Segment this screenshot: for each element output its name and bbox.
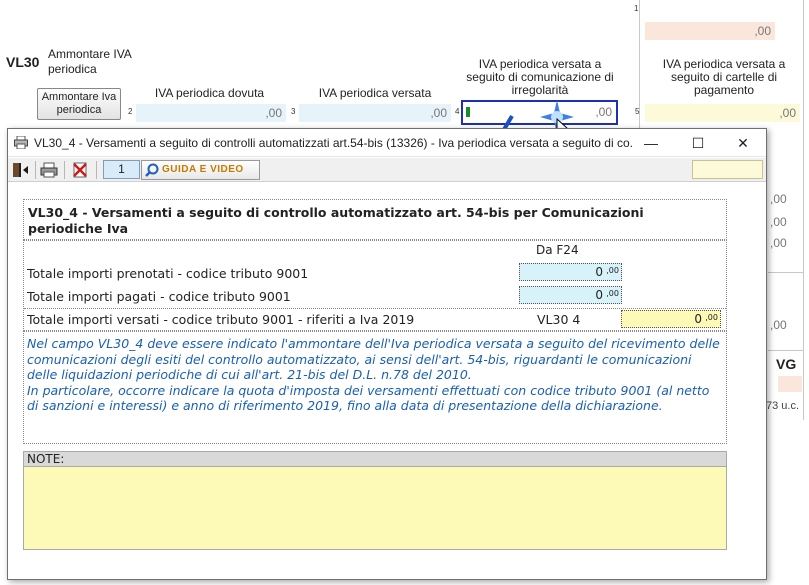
magnifier-icon xyxy=(145,163,159,177)
field-2-input[interactable]: ,00 xyxy=(136,104,286,122)
form-description: Ammontare IVA periodica xyxy=(48,47,132,76)
delete-icon[interactable] xyxy=(70,161,90,179)
maximize-button[interactable]: ☐ xyxy=(675,129,721,157)
field-number-4: 4 xyxy=(455,107,460,116)
page-number-field[interactable]: 1 xyxy=(103,160,140,179)
toolbar: 1 GUIDA E VIDEO xyxy=(8,158,766,182)
guide-video-label: GUIDA E VIDEO xyxy=(162,164,244,175)
amounts-table: Da F24 Totale importi prenotati - codice… xyxy=(23,240,727,331)
side-value: ,00 xyxy=(770,236,787,250)
vg-section-label: VG xyxy=(776,356,797,372)
prenotati-decimals: ,00 xyxy=(606,266,619,275)
title-bar[interactable]: VL30_4 - Versamenti a seguito di control… xyxy=(8,129,766,157)
row-label-versati: Totale importi versati - codice tributo … xyxy=(27,312,415,327)
notes-textarea[interactable] xyxy=(23,467,727,550)
ammontare-iva-button[interactable]: Ammontare Iva periodica xyxy=(37,88,121,120)
guide-video-button[interactable]: GUIDA E VIDEO xyxy=(141,160,260,180)
versati-amount: 0 xyxy=(694,312,702,326)
info-paragraph: Nel campo VL30_4 deve essere indicato l'… xyxy=(27,336,720,413)
field-3-input[interactable]: ,00 xyxy=(299,104,451,122)
info-text: Nel campo VL30_4 deve essere indicato l'… xyxy=(23,331,727,444)
versati-decimals: ,00 xyxy=(705,313,718,322)
side-value: ,00 xyxy=(770,318,787,332)
minimize-button[interactable]: — xyxy=(628,129,674,157)
dialog-content: VL30_4 - Versamenti a seguito di control… xyxy=(8,183,766,580)
versati-field-ref: VL30 4 xyxy=(537,312,581,327)
section-heading: VL30_4 - Versamenti a seguito di control… xyxy=(23,199,727,240)
pagati-decimals: ,00 xyxy=(606,289,619,298)
side-value: ,00 xyxy=(770,215,787,229)
cursor-caret xyxy=(466,107,470,117)
field-number-2: 2 xyxy=(128,107,133,116)
field-1-input[interactable]: ,00 xyxy=(645,22,775,40)
field-5-input[interactable]: ,00 xyxy=(645,104,800,122)
close-button[interactable]: ✕ xyxy=(720,129,766,157)
notes-label: NOTE: xyxy=(23,451,727,467)
prenotati-amount: 0 xyxy=(595,265,603,279)
field-3-label: IVA periodica versata xyxy=(318,86,432,100)
side-value: ,00 xyxy=(770,192,787,206)
row-label-prenotati: Totale importi prenotati - codice tribut… xyxy=(27,266,309,281)
field-2-label: IVA periodica dovuta xyxy=(154,86,265,100)
vg-field[interactable] xyxy=(778,376,802,392)
row-label-pagati: Totale importi pagati - codice tributo 9… xyxy=(27,289,291,304)
field-number-1: 1 xyxy=(634,4,639,13)
field-4-label: IVA periodica versata a seguito di comun… xyxy=(466,57,614,97)
toolbar-yellow-field[interactable] xyxy=(692,160,763,179)
dialog-window: VL30_4 - Versamenti a seguito di control… xyxy=(7,128,767,580)
column-header-f24: Da F24 xyxy=(536,243,579,257)
print-icon[interactable] xyxy=(39,161,59,179)
versati-value[interactable]: 0 ,00 xyxy=(621,310,721,328)
pagati-value: 0 ,00 xyxy=(519,286,622,304)
field-5-label: IVA periodica versata a seguito di carte… xyxy=(662,57,786,97)
prenotati-value: 0 ,00 xyxy=(519,263,622,281)
exit-icon[interactable] xyxy=(11,161,31,179)
field-number-5: 5 xyxy=(635,107,640,116)
printer-app-icon xyxy=(14,136,28,149)
form-code: VL30 xyxy=(6,54,40,70)
uc-text: 73 u.c. xyxy=(766,400,800,412)
window-title: VL30_4 - Versamenti a seguito di control… xyxy=(34,136,634,150)
pagati-amount: 0 xyxy=(595,288,603,302)
field-number-3: 3 xyxy=(291,107,296,116)
